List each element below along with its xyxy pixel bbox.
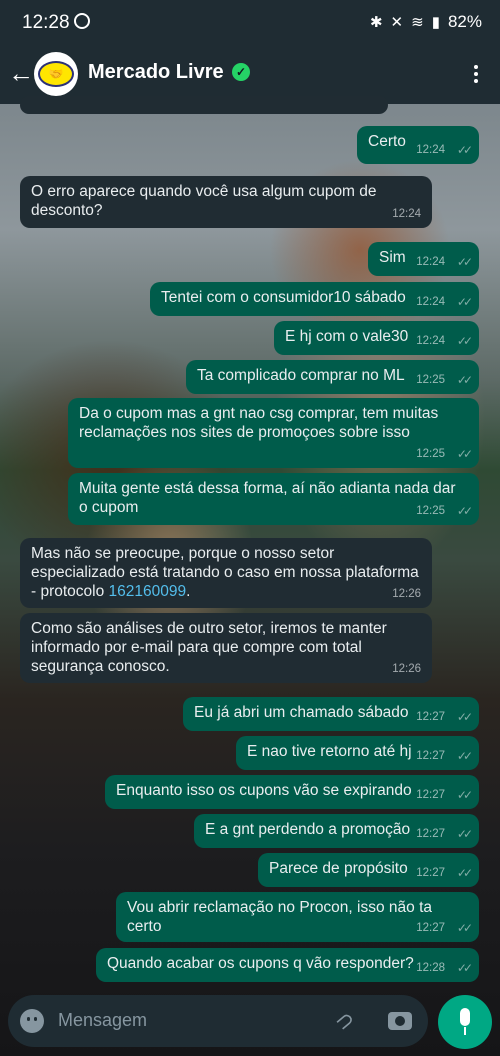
message-text: O erro aparece quando você usa algum cup… bbox=[31, 183, 377, 219]
handshake-logo-icon: 🤝 bbox=[38, 61, 74, 87]
double-check-icon: ✓✓ bbox=[456, 334, 473, 348]
double-check-icon: ✓✓ bbox=[456, 788, 473, 802]
emoji-icon[interactable] bbox=[20, 1009, 44, 1033]
message-time: 12:27 bbox=[416, 922, 445, 934]
message-bubble[interactable]: Mas não se preocupe, porque o nosso seto… bbox=[20, 538, 432, 608]
status-bar: 12:28 ✱ ✕ ≋ ▮ 82% bbox=[0, 0, 500, 46]
message-bubble[interactable]: Eu já abri um chamado sábado 12:27 ✓✓ bbox=[183, 697, 479, 731]
message-bubble[interactable]: Certo 12:24 ✓✓ bbox=[357, 126, 479, 164]
message-time: 12:26 bbox=[392, 588, 421, 600]
message-text: Muita gente está dessa forma, aí não adi… bbox=[79, 480, 456, 516]
double-check-icon: ✓✓ bbox=[456, 504, 473, 518]
message-text: E hj com o vale30 bbox=[285, 328, 409, 345]
message-time: 12:27 bbox=[416, 750, 445, 762]
message-time: 12:27 bbox=[416, 867, 445, 879]
message-text: Certo bbox=[368, 133, 406, 150]
message-time: 12:27 bbox=[416, 711, 445, 723]
status-time: 12:28 bbox=[22, 12, 70, 33]
message-time: 12:24 bbox=[416, 256, 445, 268]
double-check-icon: ✓✓ bbox=[456, 295, 473, 309]
message-time: 12:25 bbox=[416, 374, 445, 386]
mic-icon bbox=[460, 1008, 470, 1026]
message-time: 12:24 bbox=[416, 296, 445, 308]
message-bubble[interactable]: Tentei com o consumidor10 sábado 12:24 ✓… bbox=[150, 282, 479, 316]
signal-icon: ▮ bbox=[431, 14, 440, 31]
message-text: Eu já abri um chamado sábado bbox=[194, 704, 409, 721]
message-bubble[interactable]: Vou abrir reclamação no Procon, isso não… bbox=[116, 892, 479, 942]
message-bubble[interactable]: Ta complicado comprar no ML 12:25 ✓✓ bbox=[186, 360, 479, 394]
message-time: 12:25 bbox=[416, 448, 445, 460]
message-bubble[interactable]: E hj com o vale30 12:24 ✓✓ bbox=[274, 321, 479, 355]
message-text-suffix: . bbox=[186, 583, 191, 600]
message-time: 12:24 bbox=[416, 335, 445, 347]
message-text: Tentei com o consumidor10 sábado bbox=[161, 289, 406, 306]
message-text: Como são análises de outro setor, iremos… bbox=[31, 620, 387, 675]
arrow-left-icon[interactable]: ← bbox=[8, 58, 34, 88]
message-bubble[interactable]: E a gnt perdendo a promoção 12:27 ✓✓ bbox=[194, 814, 479, 848]
message-time: 12:27 bbox=[416, 828, 445, 840]
wifi-icon: ≋ bbox=[411, 14, 424, 31]
partial-message bbox=[20, 96, 388, 114]
chat-title[interactable]: Mercado Livre bbox=[88, 61, 224, 84]
double-check-icon: ✓✓ bbox=[456, 749, 473, 763]
double-check-icon: ✓✓ bbox=[456, 921, 473, 935]
message-text: Quando acabar os cupons q vão responder? bbox=[107, 955, 414, 972]
protocol-link[interactable]: 162160099 bbox=[109, 583, 187, 600]
message-time: 12:24 bbox=[416, 144, 445, 156]
message-composer: Mensagem ⊃ bbox=[8, 995, 428, 1047]
bluetooth-icon: ✱ bbox=[369, 14, 383, 31]
status-icons: ✱ ✕ ≋ ▮ 82% bbox=[370, 12, 482, 32]
message-text: E nao tive retorno até hj bbox=[247, 743, 412, 760]
mute-icon: ✕ bbox=[390, 14, 404, 31]
message-time: 12:26 bbox=[392, 663, 421, 675]
message-bubble[interactable]: Sim 12:24 ✓✓ bbox=[368, 242, 479, 276]
message-bubble[interactable]: O erro aparece quando você usa algum cup… bbox=[20, 176, 432, 228]
message-bubble[interactable]: Parece de propósito 12:27 ✓✓ bbox=[258, 853, 479, 887]
message-text: Mas não se preocupe, porque o nosso seto… bbox=[31, 545, 419, 600]
message-bubble[interactable]: Muita gente está dessa forma, aí não adi… bbox=[68, 473, 479, 525]
message-time: 12:28 bbox=[416, 962, 445, 974]
message-bubble[interactable]: Da o cupom mas a gnt nao csg comprar, te… bbox=[68, 398, 479, 468]
paperclip-icon[interactable]: ⊃ bbox=[330, 1005, 361, 1037]
message-bubble[interactable]: Enquanto isso os cupons vão se expirando… bbox=[105, 775, 479, 809]
more-vert-icon[interactable] bbox=[474, 62, 480, 86]
message-text: E a gnt perdendo a promoção bbox=[205, 821, 411, 838]
verified-check-icon: ✓ bbox=[232, 63, 250, 81]
avatar[interactable]: 🤝 bbox=[34, 52, 78, 96]
mic-button[interactable] bbox=[438, 995, 492, 1049]
message-bubble[interactable]: Quando acabar os cupons q vão responder?… bbox=[96, 948, 479, 982]
double-check-icon: ✓✓ bbox=[456, 827, 473, 841]
message-time: 12:24 bbox=[392, 208, 421, 220]
double-check-icon: ✓✓ bbox=[456, 255, 473, 269]
camera-icon[interactable] bbox=[388, 1012, 412, 1030]
battery-level: 82% bbox=[447, 12, 482, 31]
message-time: 12:27 bbox=[416, 789, 445, 801]
double-check-icon: ✓✓ bbox=[456, 373, 473, 387]
message-text: Vou abrir reclamação no Procon, isso não… bbox=[127, 899, 433, 935]
message-text: Enquanto isso os cupons vão se expirando bbox=[116, 782, 412, 799]
double-check-icon: ✓✓ bbox=[456, 143, 473, 157]
double-check-icon: ✓✓ bbox=[456, 961, 473, 975]
message-bubble[interactable]: E nao tive retorno até hj 12:27 ✓✓ bbox=[236, 736, 479, 770]
message-text: Da o cupom mas a gnt nao csg comprar, te… bbox=[79, 405, 439, 441]
double-check-icon: ✓✓ bbox=[456, 710, 473, 724]
whatsapp-notification-icon bbox=[74, 13, 90, 29]
double-check-icon: ✓✓ bbox=[456, 866, 473, 880]
message-text: Sim bbox=[379, 249, 406, 266]
message-bubble[interactable]: Como são análises de outro setor, iremos… bbox=[20, 613, 432, 683]
message-time: 12:25 bbox=[416, 505, 445, 517]
message-text: Ta complicado comprar no ML bbox=[197, 367, 405, 384]
message-text: Parece de propósito bbox=[269, 860, 408, 877]
message-input[interactable]: Mensagem bbox=[58, 1010, 147, 1031]
double-check-icon: ✓✓ bbox=[456, 447, 473, 461]
